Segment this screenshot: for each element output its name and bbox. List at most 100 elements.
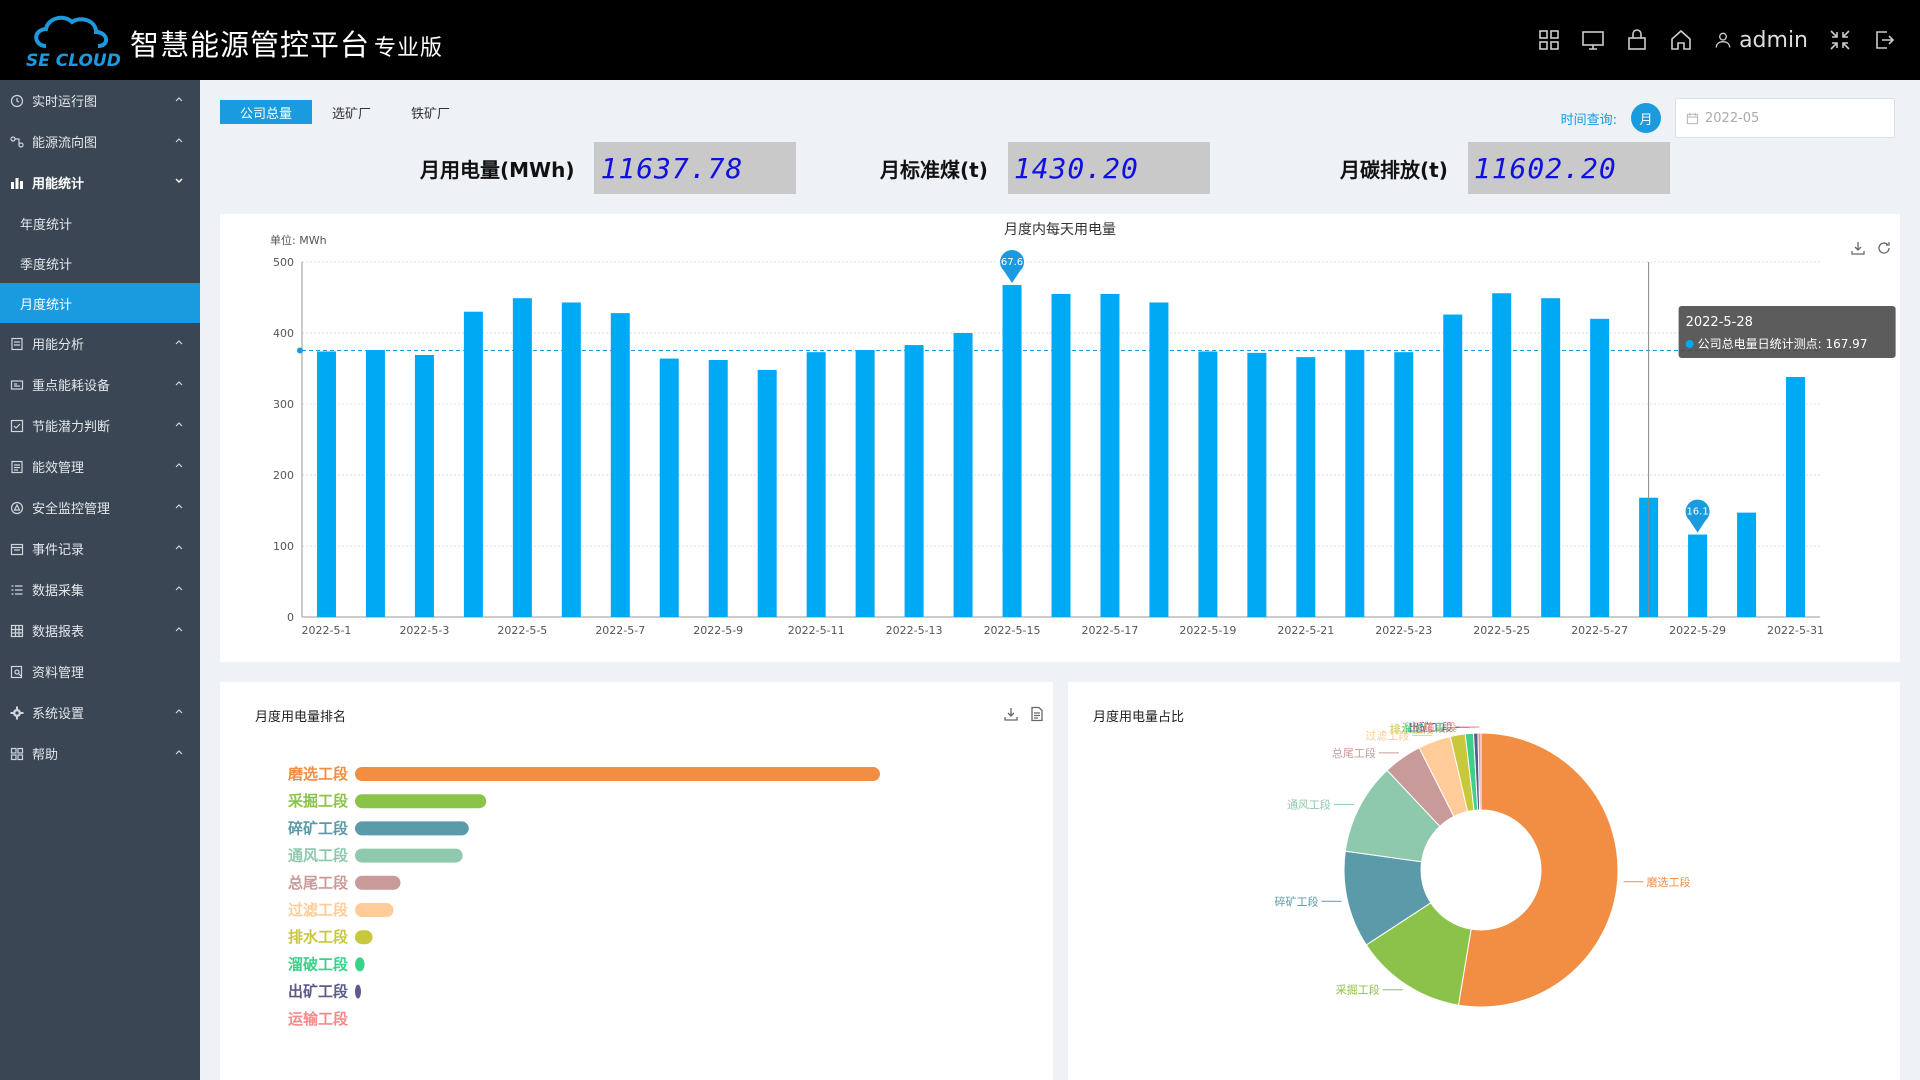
sidebar-item-documents[interactable]: 资料管理 bbox=[0, 651, 200, 692]
home-icon[interactable] bbox=[1669, 28, 1693, 52]
sidebar-subitem-yearly[interactable]: 年度统计 bbox=[0, 203, 200, 243]
bar bbox=[1051, 293, 1071, 617]
sidebar-item-energy-stats[interactable]: 用能统计 bbox=[0, 162, 200, 203]
sidebar-item-label: 数据报表 bbox=[32, 625, 85, 640]
download-icon[interactable] bbox=[1003, 706, 1019, 722]
kpi-label: 月用电量(MWh) bbox=[420, 157, 575, 182]
grid-icon[interactable] bbox=[1537, 28, 1561, 52]
user-icon bbox=[1715, 32, 1731, 48]
x-tick-label: 2022-5-7 bbox=[595, 624, 645, 637]
sidebar-item-energy-flow[interactable]: 能源流向图 bbox=[0, 121, 200, 162]
ranking-bar bbox=[355, 984, 361, 999]
sidebar-item-key-devices[interactable]: 重点能耗设备 bbox=[0, 364, 200, 405]
ranking-bar bbox=[355, 767, 880, 781]
month-picker-input[interactable]: 2022-05 bbox=[1675, 98, 1895, 138]
month-mode-button[interactable]: 月 bbox=[1631, 103, 1661, 133]
x-tick-label: 2022-5-17 bbox=[1081, 624, 1138, 637]
sidebar-item-realtime[interactable]: 实时运行图 bbox=[0, 80, 200, 121]
sidebar-item-energy-analysis[interactable]: 用能分析 bbox=[0, 323, 200, 364]
kpi-monthly-electricity: 月用电量(MWh) 11637.78 bbox=[420, 142, 797, 194]
tab-ore-dressing-plant[interactable]: 选矿厂 bbox=[312, 100, 391, 124]
chevron-up-icon bbox=[175, 138, 183, 143]
sidebar-subitem-label: 季度统计 bbox=[20, 257, 73, 273]
header-toolbar: admin bbox=[1537, 0, 1896, 80]
x-tick-label: 2022-5-23 bbox=[1375, 624, 1432, 637]
ranking-bar bbox=[355, 957, 365, 972]
bar bbox=[561, 302, 581, 617]
x-tick-label: 2022-5-31 bbox=[1767, 624, 1824, 637]
kpi-row: 月用电量(MWh) 11637.78 月标准煤(t) 1430.20 月碳排放(… bbox=[200, 142, 1920, 194]
data-view-icon[interactable] bbox=[1029, 706, 1045, 722]
bar bbox=[414, 355, 434, 617]
lock-icon[interactable] bbox=[1625, 28, 1649, 52]
ranking-bar bbox=[355, 821, 469, 836]
sidebar-item-events[interactable]: 事件记录 bbox=[0, 528, 200, 569]
gear-icon bbox=[10, 706, 24, 720]
y-tick-label: 200 bbox=[273, 469, 294, 482]
tab-iron-mine[interactable]: 铁矿厂 bbox=[391, 100, 470, 124]
chevron-up-icon bbox=[175, 627, 183, 632]
chevron-up-icon bbox=[175, 586, 183, 591]
sidebar-item-label: 事件记录 bbox=[32, 543, 85, 558]
pin-label: 116.17 bbox=[1680, 507, 1715, 518]
donut-label: 运输工段 bbox=[1412, 720, 1456, 734]
download-icon[interactable] bbox=[1850, 240, 1866, 256]
sidebar-item-efficiency[interactable]: 能效管理 bbox=[0, 446, 200, 487]
kpi-value: 11637.78 bbox=[594, 142, 797, 194]
donut-slice bbox=[1457, 732, 1619, 1008]
calendar-icon bbox=[1686, 112, 1699, 124]
x-tick-label: 2022-5-19 bbox=[1179, 624, 1236, 637]
chevron-up-icon bbox=[175, 422, 183, 427]
sidebar-item-label: 系统设置 bbox=[32, 707, 85, 722]
kpi-label: 月碳排放(t) bbox=[1340, 157, 1448, 182]
ranking-label: 总尾工段 bbox=[288, 874, 348, 892]
ranking-bar bbox=[355, 903, 394, 917]
bar bbox=[806, 352, 826, 617]
apps-icon bbox=[10, 747, 24, 761]
sidebar-item-data-collection[interactable]: 数据采集 bbox=[0, 569, 200, 610]
ranking-label: 溜破工段 bbox=[288, 955, 348, 973]
bar bbox=[1198, 351, 1218, 617]
time-query: 时间查询: 月 2022-05 bbox=[1561, 98, 1895, 138]
x-tick-label: 2022-5-29 bbox=[1669, 624, 1726, 637]
kpi-monthly-standard-coal: 月标准煤(t) 1430.20 bbox=[880, 142, 1210, 194]
sidebar-item-help[interactable]: 帮助 bbox=[0, 733, 200, 774]
sidebar-item-label: 资料管理 bbox=[32, 666, 85, 681]
sidebar-item-label: 实时运行图 bbox=[32, 95, 98, 110]
donut-label: 采掘工段 bbox=[1336, 983, 1380, 997]
monitor-icon[interactable] bbox=[1581, 28, 1605, 52]
x-tick-label: 2022-5-5 bbox=[497, 624, 547, 637]
sidebar-item-saving-potential[interactable]: 节能潜力判断 bbox=[0, 405, 200, 446]
sidebar-item-safety[interactable]: 安全监控管理 bbox=[0, 487, 200, 528]
ranking-bar bbox=[355, 875, 401, 890]
ranking-label: 出矿工段 bbox=[288, 983, 348, 1001]
sidebar-item-settings[interactable]: 系统设置 bbox=[0, 692, 200, 733]
bar bbox=[1296, 357, 1316, 617]
bar bbox=[365, 350, 385, 617]
sidebar-item-reports[interactable]: 数据报表 bbox=[0, 610, 200, 651]
x-tick-label: 2022-5-9 bbox=[693, 624, 743, 637]
x-tick-label: 2022-5-13 bbox=[886, 624, 943, 637]
bar bbox=[610, 313, 630, 617]
ranking-label: 排水工段 bbox=[288, 928, 348, 946]
clock-icon bbox=[10, 94, 24, 108]
compress-icon[interactable] bbox=[1828, 28, 1852, 52]
sidebar-subitem-quarterly[interactable]: 季度统计 bbox=[0, 243, 200, 283]
chevron-up-icon bbox=[175, 709, 183, 714]
bar bbox=[953, 333, 973, 617]
user-menu[interactable]: admin bbox=[1713, 28, 1808, 53]
logout-icon[interactable] bbox=[1872, 28, 1896, 52]
sidebar-subitem-monthly[interactable]: 月度统计 bbox=[0, 283, 200, 323]
x-tick-label: 2022-5-3 bbox=[399, 624, 449, 637]
tab-company-total[interactable]: 公司总量 bbox=[220, 100, 313, 124]
se-cloud-logo[interactable]: SE CLOUD bbox=[24, 12, 120, 70]
chevron-up-icon bbox=[175, 97, 183, 102]
main-content: 公司总量 选矿厂 铁矿厂 时间查询: 月 2022-05 月用电量(MWh) 1… bbox=[200, 80, 1920, 1080]
username: admin bbox=[1739, 27, 1808, 53]
time-query-label: 时间查询: bbox=[1560, 112, 1617, 128]
refresh-icon[interactable] bbox=[1876, 240, 1892, 256]
device-icon bbox=[10, 378, 24, 392]
donut-label: 碎矿工段 bbox=[1274, 894, 1318, 908]
min-value-pin: 116.17 bbox=[1680, 499, 1715, 533]
y-axis-unit-label: 单位: MWh bbox=[270, 233, 327, 247]
